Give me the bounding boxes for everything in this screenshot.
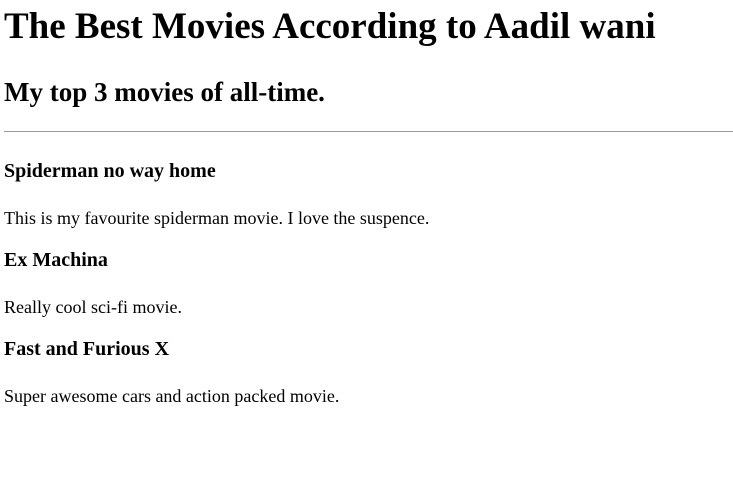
- page-subtitle: My top 3 movies of all-time.: [4, 77, 325, 107]
- list-item: Spiderman no way home This is my favouri…: [4, 159, 733, 229]
- page-content: The Best Movies According to Aadil wani …: [0, 0, 733, 407]
- movie-description: This is my favourite spiderman movie. I …: [4, 208, 430, 228]
- movie-description: Super awesome cars and action packed mov…: [4, 386, 340, 406]
- divider: [4, 131, 733, 132]
- movie-list: Spiderman no way home This is my favouri…: [4, 159, 733, 407]
- list-item: Ex Machina Really cool sci-fi movie.: [4, 248, 733, 318]
- movie-description: Really cool sci-fi movie.: [4, 297, 182, 317]
- movie-title: Ex Machina: [4, 249, 108, 271]
- page-title: The Best Movies According to Aadil wani: [4, 6, 656, 47]
- list-item: Fast and Furious X Super awesome cars an…: [4, 337, 733, 407]
- movie-title: Fast and Furious X: [4, 338, 170, 360]
- movie-title: Spiderman no way home: [4, 160, 216, 182]
